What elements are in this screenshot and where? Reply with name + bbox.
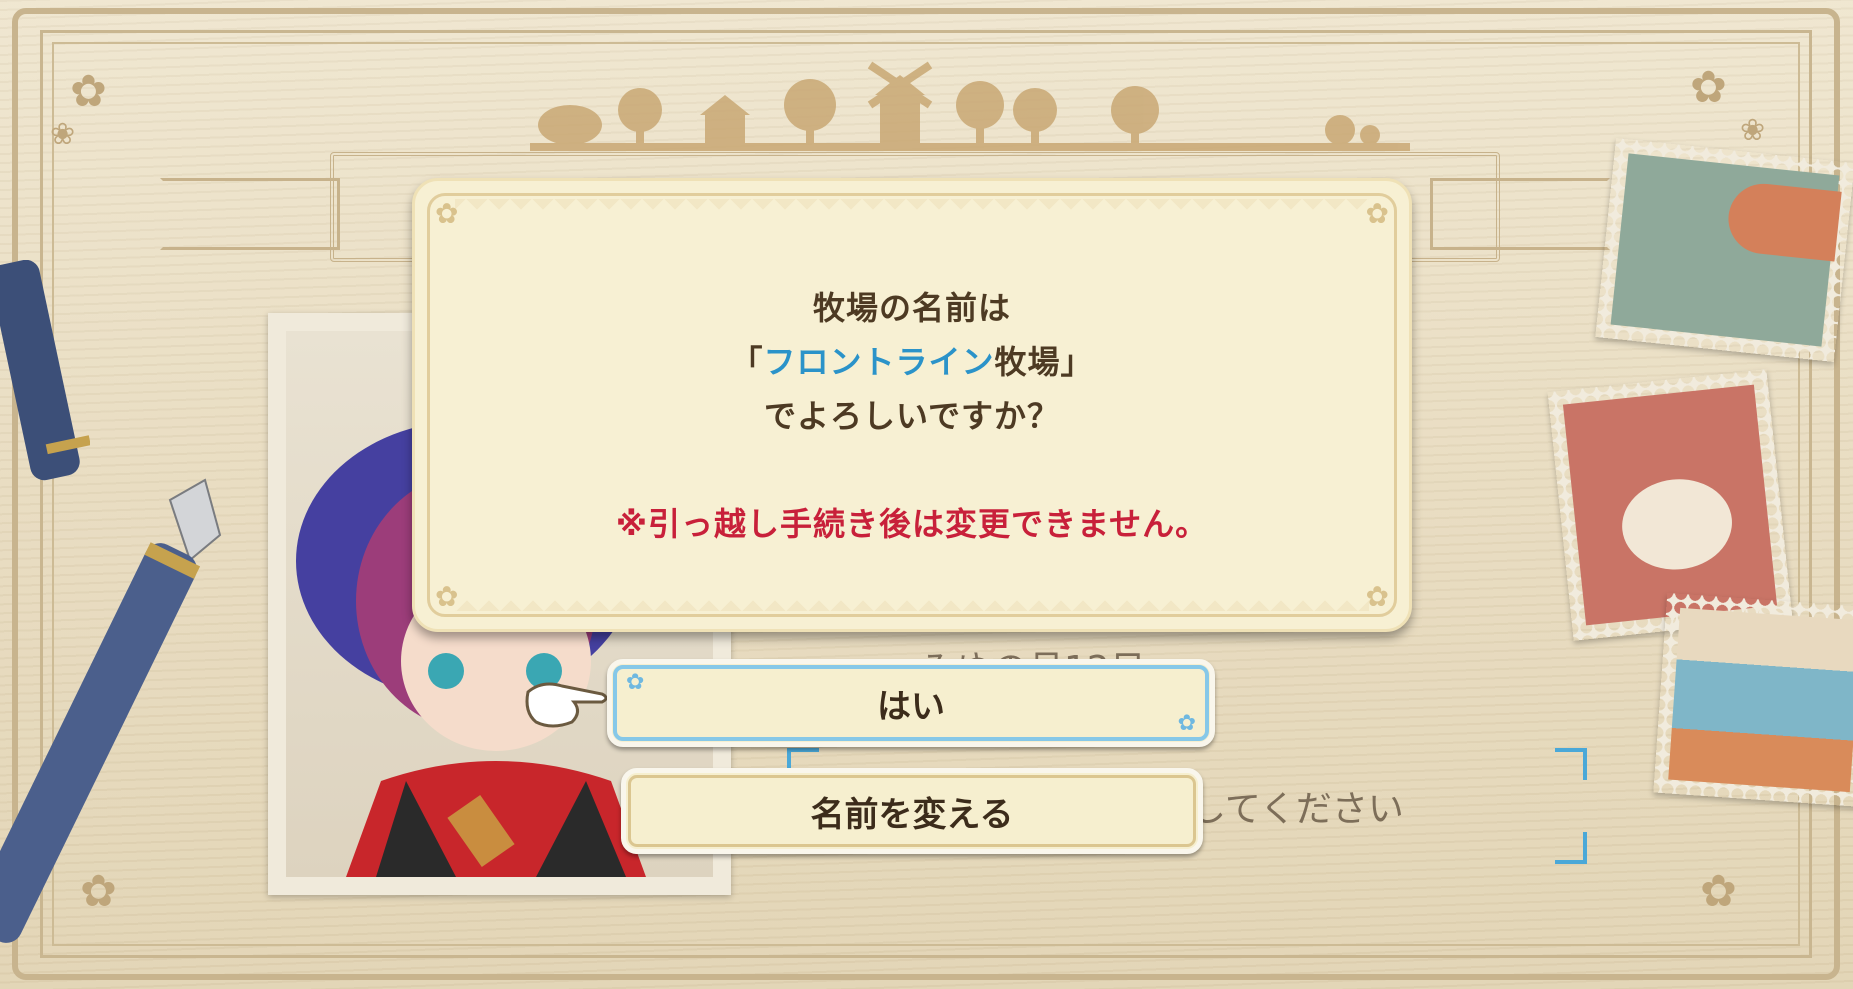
blue-flower-icon: ✿ xyxy=(626,670,645,695)
flower-ornament-icon: ✿ xyxy=(1690,62,1727,113)
fountain-pen xyxy=(0,478,222,943)
flower-ornament-icon: ❀ xyxy=(50,117,76,152)
blue-flower-icon: ✿ xyxy=(1177,711,1196,736)
yes-button-label: はい xyxy=(877,686,945,727)
dialog-zigzag-top xyxy=(455,199,1369,221)
dialog-line-1: 牧場の名前は xyxy=(812,289,1011,327)
dialog-warning: ※引っ越し手続き後は変更できません。 xyxy=(615,505,1209,543)
input-bracket-corner xyxy=(1555,832,1587,864)
corner-flower-icon: ✿ xyxy=(1365,197,1389,230)
stamp-landscape xyxy=(1653,592,1853,808)
flower-ornament-icon: ✿ xyxy=(70,66,107,117)
change-name-button-label: 名前を変える xyxy=(810,794,1014,835)
stamp-windmill xyxy=(1595,138,1853,362)
flower-ornament-icon: ✿ xyxy=(1700,866,1737,917)
yes-button[interactable]: ✿ ✿ はい xyxy=(607,659,1215,747)
confirm-dialog: ✿ ✿ ✿ ✿ 牧場の名前は 「フロントライン牧場」 でよろしいですか？ ※引っ… xyxy=(412,178,1412,632)
corner-flower-icon: ✿ xyxy=(435,580,459,613)
input-bracket-corner xyxy=(1555,748,1587,780)
corner-flower-icon: ✿ xyxy=(435,197,459,230)
game-screen: ✿ ❀ ✿ ❀ ✿ ✿ してください ✿ ✿ ✿ ✿ 牧場の名前は 「フロントラ… xyxy=(0,0,1853,989)
name-input-hint: してください xyxy=(1190,789,1404,830)
dialog-line-2: 「フロントライン牧場」 xyxy=(415,337,1409,383)
farm-name: フロントライン xyxy=(763,343,995,381)
corner-flower-icon: ✿ xyxy=(1365,580,1389,613)
open-bracket: 「 xyxy=(730,343,764,381)
flower-ornament-icon: ❀ xyxy=(1740,113,1766,148)
dialog-zigzag-bottom xyxy=(455,589,1369,611)
farm-suffix: 牧場」 xyxy=(994,343,1094,381)
pointing-hand-cursor-icon xyxy=(525,682,608,728)
change-name-button[interactable]: 名前を変える xyxy=(621,768,1203,854)
dialog-line-3: でよろしいですか？ xyxy=(763,397,1061,435)
farm-silhouette-decoration xyxy=(530,61,1410,151)
